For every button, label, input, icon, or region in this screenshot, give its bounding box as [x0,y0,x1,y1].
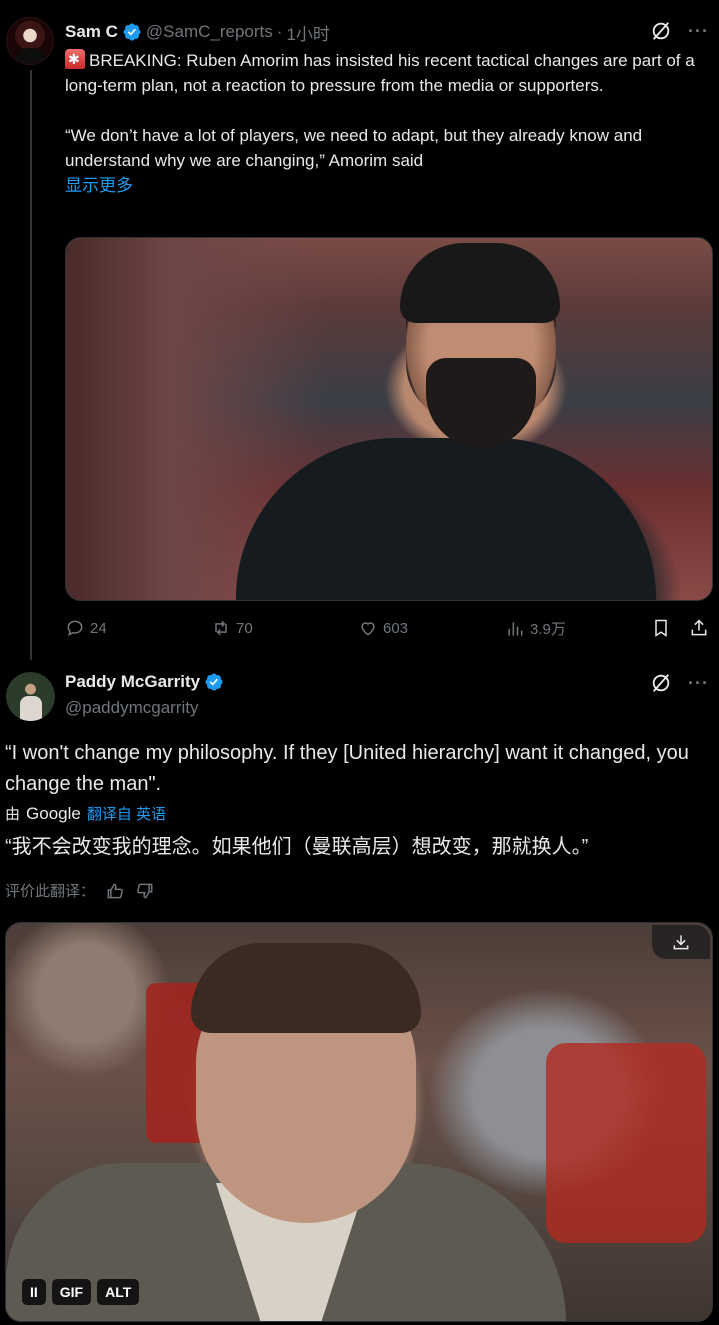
views-button[interactable]: 3.9万 [505,618,566,639]
retweet-button[interactable]: 70 [211,618,253,638]
thumbs-up-icon[interactable] [105,881,125,901]
tweet-text: “I won't change my philosophy. If they [… [5,742,689,795]
photo-hair [400,243,560,323]
tweet-photo[interactable] [65,237,713,601]
verified-badge-icon [205,673,223,691]
download-button[interactable] [652,925,710,959]
thumbs-down-icon[interactable] [135,881,155,901]
retweet-icon [215,620,227,636]
siren-icon [65,47,85,72]
display-name[interactable]: Paddy McGarrity [65,672,200,692]
gif-seat [546,1043,706,1243]
grok-icon[interactable] [650,672,672,694]
tweet-top-actions: ··· [650,672,709,694]
tweet-text: BREAKING: Ruben Amorim has insisted his … [65,47,705,198]
view-count: 3.9万 [530,621,566,638]
google-logo: Google [26,803,81,823]
tweet-header: Paddy McGarrity [65,672,224,692]
retweet-count: 70 [236,619,253,637]
like-count: 603 [383,619,409,637]
gif-controls: II GIF ALT [22,1279,140,1305]
reply-icon [67,620,83,637]
tweet-text-line2: “We don’t have a lot of players, we need… [65,126,643,170]
like-button[interactable]: 603 [358,618,408,638]
avatar[interactable] [6,672,55,721]
pause-button[interactable]: II [22,1279,46,1305]
reply-button[interactable]: 24 [65,618,107,638]
tweet-paddy-header: Paddy McGarrity @paddymcgarrity ··· [0,668,719,728]
tweet-top-actions: ··· [650,20,709,42]
translation-attribution: 由 Google 翻译自 英语 [5,803,166,824]
show-more-link[interactable]: 显示更多 [65,173,705,198]
avatar[interactable] [6,17,54,65]
tweet-gif[interactable]: II GIF ALT [5,922,713,1322]
timestamp[interactable]: 1小时 [286,20,329,45]
gif-badge: GIF [51,1279,92,1305]
handle[interactable]: @SamC_reports [146,22,273,42]
download-icon [673,935,689,950]
share-button[interactable] [689,618,709,638]
gif-hair [191,943,421,1033]
heart-icon [361,622,375,636]
translate-source-link[interactable]: 翻译自 英语 [87,803,166,824]
alt-button[interactable]: ALT [97,1279,140,1305]
more-icon[interactable]: ··· [688,21,709,42]
tweet-sam-c[interactable]: Sam C @SamC_reports · 1小时 ··· BREAKING: … [0,0,719,660]
bookmark-icon [655,619,667,637]
views-icon [508,621,523,636]
rate-label: 评价此翻译： [5,883,96,900]
display-name[interactable]: Sam C [65,22,118,42]
tweet-header: Sam C @SamC_reports · 1小时 [65,20,330,44]
verified-badge-icon [123,23,141,41]
bookmark-button[interactable] [651,618,671,638]
handle[interactable]: @paddymcgarrity [65,698,198,718]
translated-text: “我不会改变我的理念。如果他们（曼联高层）想改变，那就换人。” [5,836,589,858]
translated-by-prefix: 由 [5,806,21,823]
tweet-actions: 24 70 603 3.9万 [65,618,715,642]
more-icon[interactable]: ··· [688,673,709,694]
rate-translation: 评价此翻译： [5,880,155,901]
share-icon [691,619,707,636]
grok-icon[interactable] [650,20,672,42]
separator: · [276,22,283,41]
photo-beard [426,358,536,448]
tweet-text-line1: BREAKING: Ruben Amorim has insisted his … [65,51,695,95]
thread-line [30,70,32,660]
reply-count: 24 [90,619,107,637]
